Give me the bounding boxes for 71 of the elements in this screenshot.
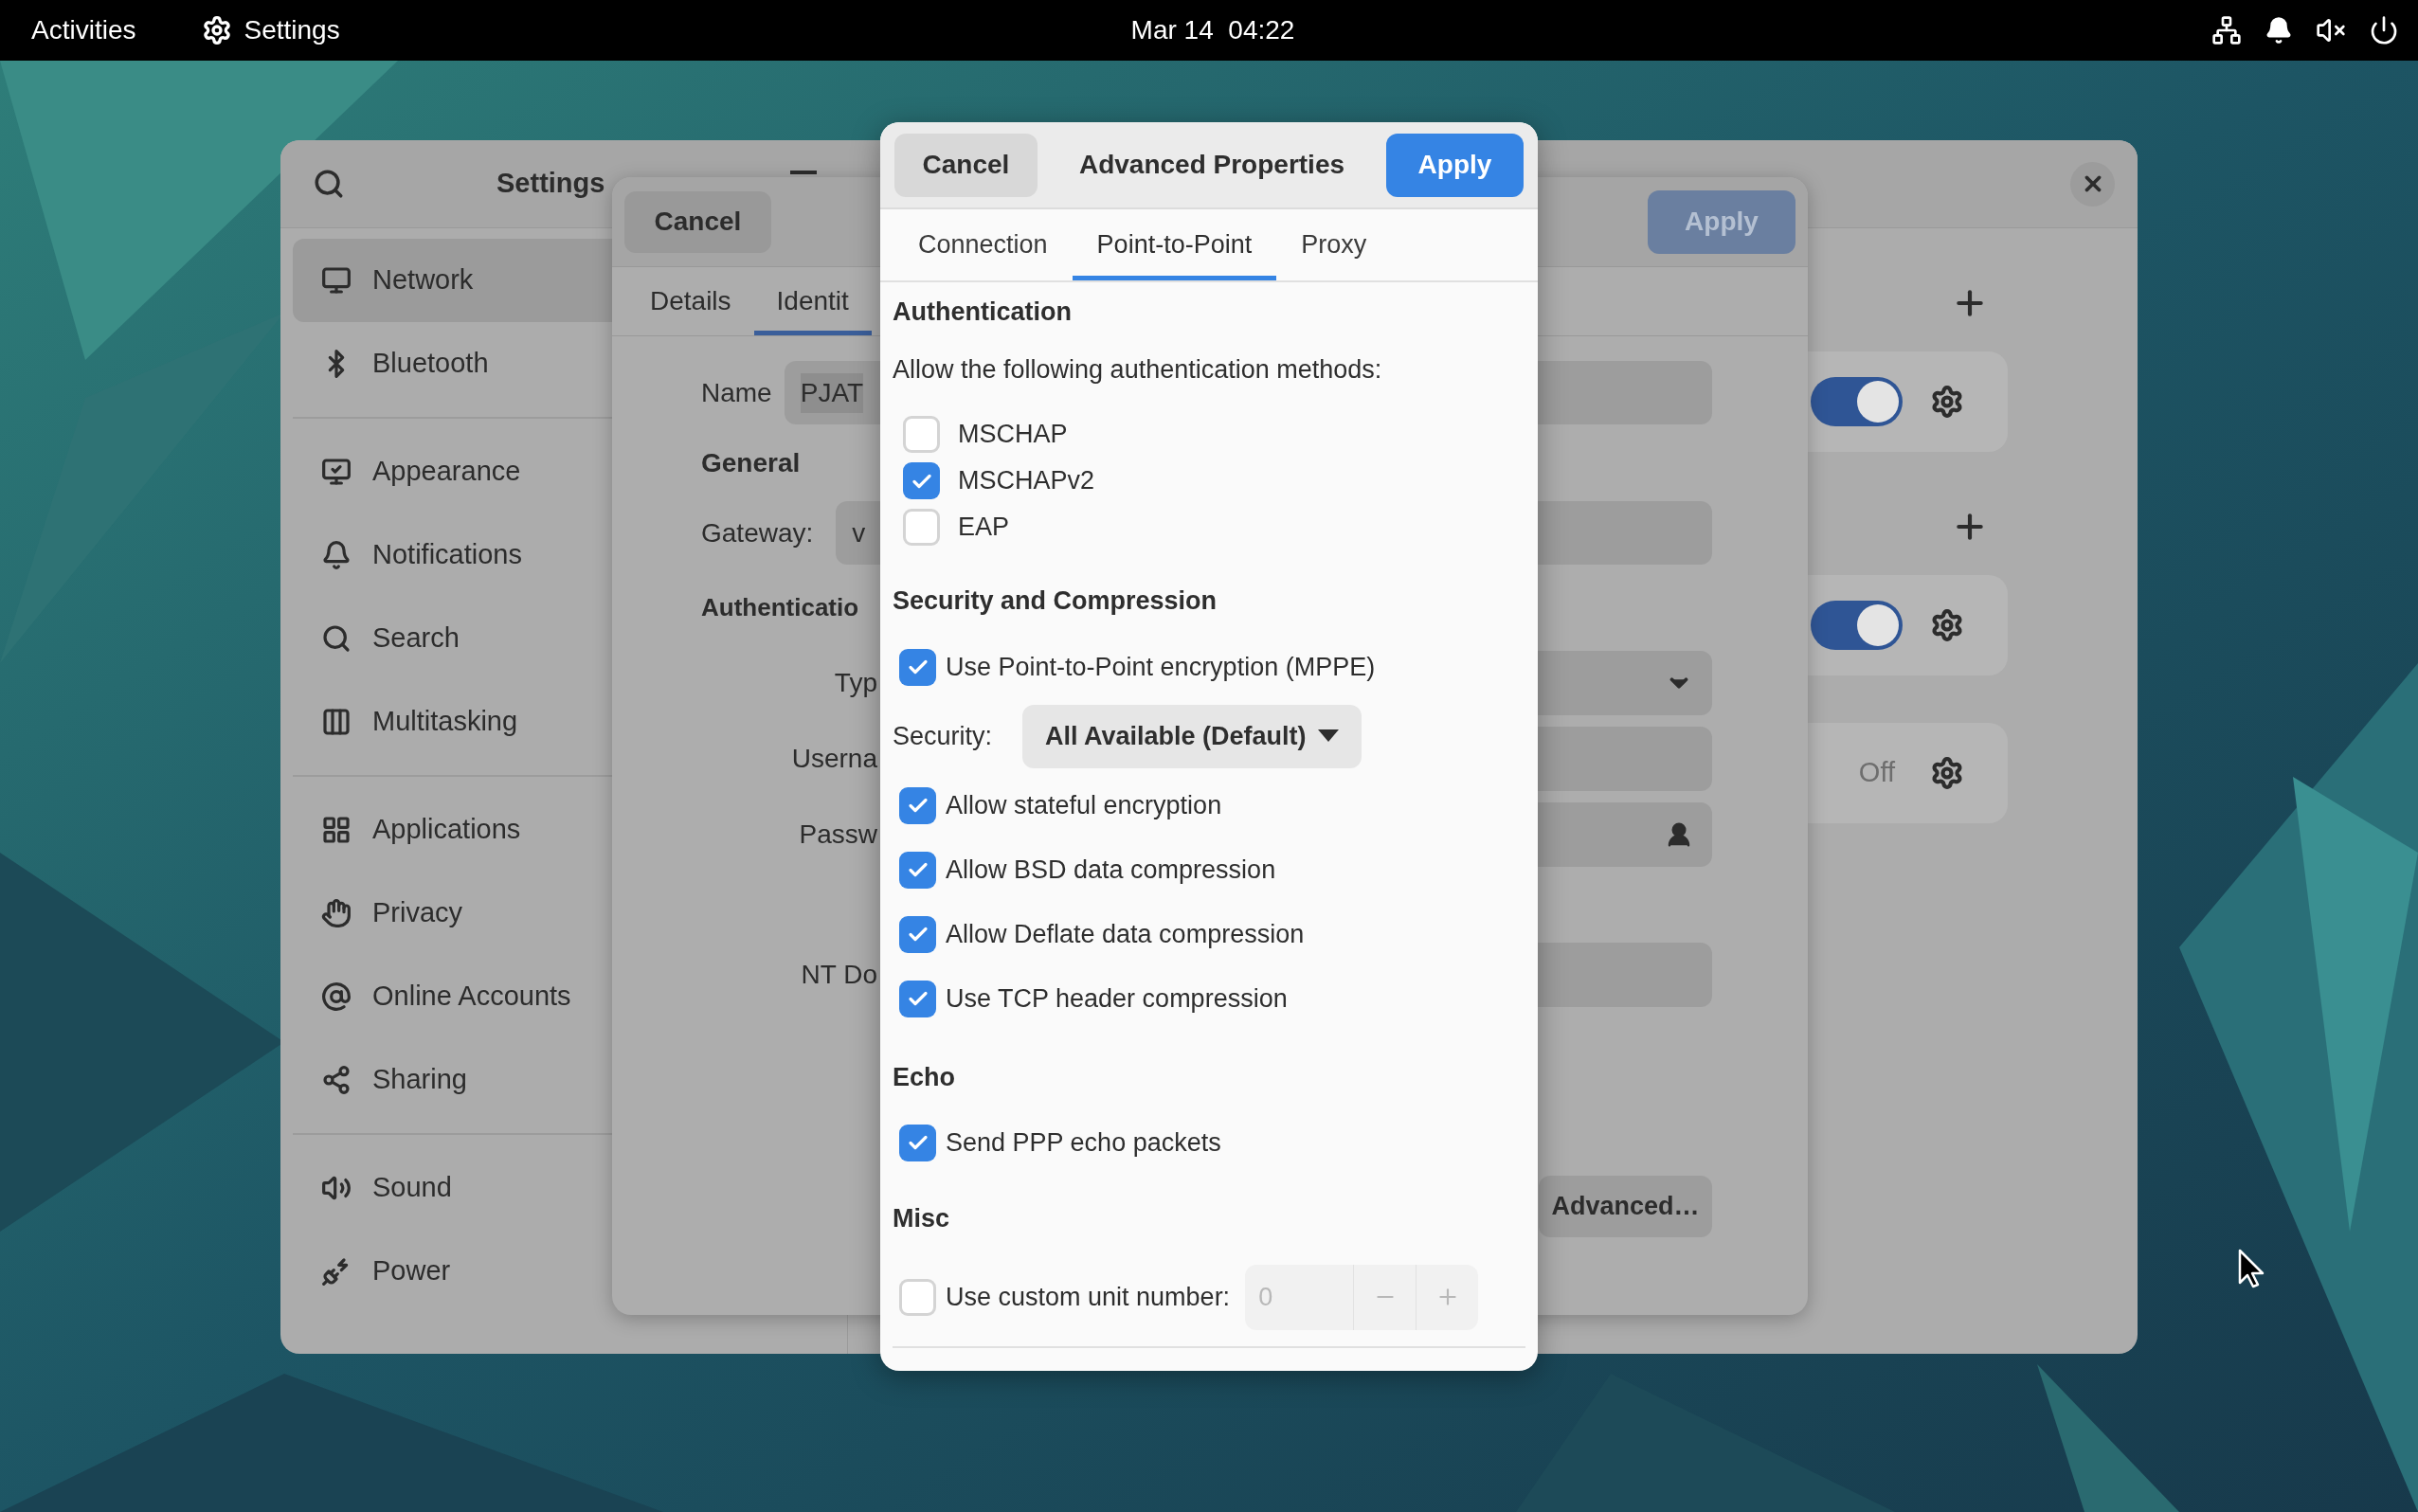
checkbox-label: EAP	[958, 512, 1010, 544]
status-text: Off	[1858, 756, 1895, 790]
bell-icon[interactable]	[2265, 16, 2293, 45]
search-icon	[321, 623, 352, 654]
checkbox-label: Use TCP header compression	[946, 982, 1288, 1015]
spin-value: 0	[1257, 1281, 1274, 1313]
gear-icon[interactable]	[1930, 608, 1964, 642]
checkbox[interactable]	[899, 851, 936, 889]
section-heading: Security and Compression	[893, 585, 1218, 618]
checkbox-label: Allow Deflate data compression	[946, 918, 1305, 950]
tab[interactable]: Point-to-Point	[1072, 209, 1277, 280]
settings-icon	[202, 15, 233, 45]
toggle-switch[interactable]	[1811, 601, 1903, 650]
field-label: Security:	[893, 720, 994, 752]
hand-icon	[321, 898, 352, 928]
checkbox[interactable]	[899, 648, 936, 686]
window-title: Settings	[496, 167, 605, 201]
section-heading: Echo	[893, 1061, 955, 1093]
advanced-button[interactable]: Advanced…	[1539, 1176, 1712, 1237]
section-heading: Authentication	[893, 296, 1072, 328]
cancel-button[interactable]: Cancel	[894, 133, 1038, 197]
field-label: NT Do	[800, 959, 877, 991]
section-heading: Misc	[893, 1203, 950, 1235]
app-menu[interactable]: Settings	[244, 10, 340, 50]
checkbox[interactable]	[903, 509, 940, 546]
close-button[interactable]	[2070, 161, 2115, 207]
checkbox[interactable]	[903, 416, 940, 453]
tab[interactable]: Connection	[893, 209, 1073, 280]
toggle-switch[interactable]	[1811, 377, 1903, 426]
search-icon[interactable]	[313, 168, 345, 200]
gear-icon[interactable]	[1930, 385, 1964, 419]
dialog-title: Advanced Properties	[1077, 149, 1346, 181]
description-text: Allow the following authentication methods:	[893, 353, 1382, 386]
grid-icon	[321, 815, 352, 845]
checkbox-label: MSCHAPv2	[958, 465, 1095, 497]
bell-icon	[321, 540, 352, 570]
tab[interactable]: Proxy	[1276, 209, 1392, 280]
share-icon	[321, 1065, 352, 1095]
cancel-button[interactable]: Cancel	[624, 190, 771, 253]
network-icon[interactable]	[2211, 15, 2242, 45]
gear-icon[interactable]	[1930, 756, 1964, 790]
apply-button[interactable]: Apply	[1386, 133, 1524, 197]
field-label: Passw	[798, 819, 877, 851]
checkbox-label: Use custom unit number:	[946, 1281, 1231, 1313]
checkbox-label: MSCHAP	[958, 419, 1068, 451]
field-label: Gateway:	[701, 516, 814, 549]
section-heading: General	[701, 446, 801, 479]
cursor-icon	[2238, 1249, 2265, 1288]
power-icon[interactable]	[2369, 15, 2399, 45]
checkbox[interactable]	[899, 1124, 936, 1161]
checkbox-label: Allow BSD data compression	[946, 854, 1276, 886]
monitor-icon	[321, 457, 352, 487]
checkbox[interactable]	[903, 462, 940, 499]
panels-icon	[321, 707, 352, 737]
section-heading: Authenticatio	[701, 592, 859, 623]
clock[interactable]: Mar 14 04:22	[1118, 10, 1308, 50]
activities-button[interactable]: Activities	[31, 10, 136, 50]
checkbox-label: Use Point-to-Point encryption (MPPE)	[946, 651, 1376, 683]
tab[interactable]: Identit	[753, 267, 872, 335]
checkbox-label: Allow stateful encryption	[946, 789, 1222, 821]
checkbox[interactable]	[899, 980, 936, 1017]
at-sign-icon	[321, 981, 352, 1012]
field-label: Typ	[833, 667, 877, 699]
checkbox-label: Send PPP echo packets	[946, 1126, 1221, 1159]
field-label: Userna	[790, 743, 877, 775]
caret-icon	[1317, 729, 1339, 743]
checkbox[interactable]	[899, 786, 936, 824]
computer-icon	[321, 265, 352, 296]
field-label: Name	[701, 376, 772, 409]
security-dropdown[interactable]: All Available (Default)	[1022, 704, 1362, 768]
checkbox[interactable]	[899, 915, 936, 953]
